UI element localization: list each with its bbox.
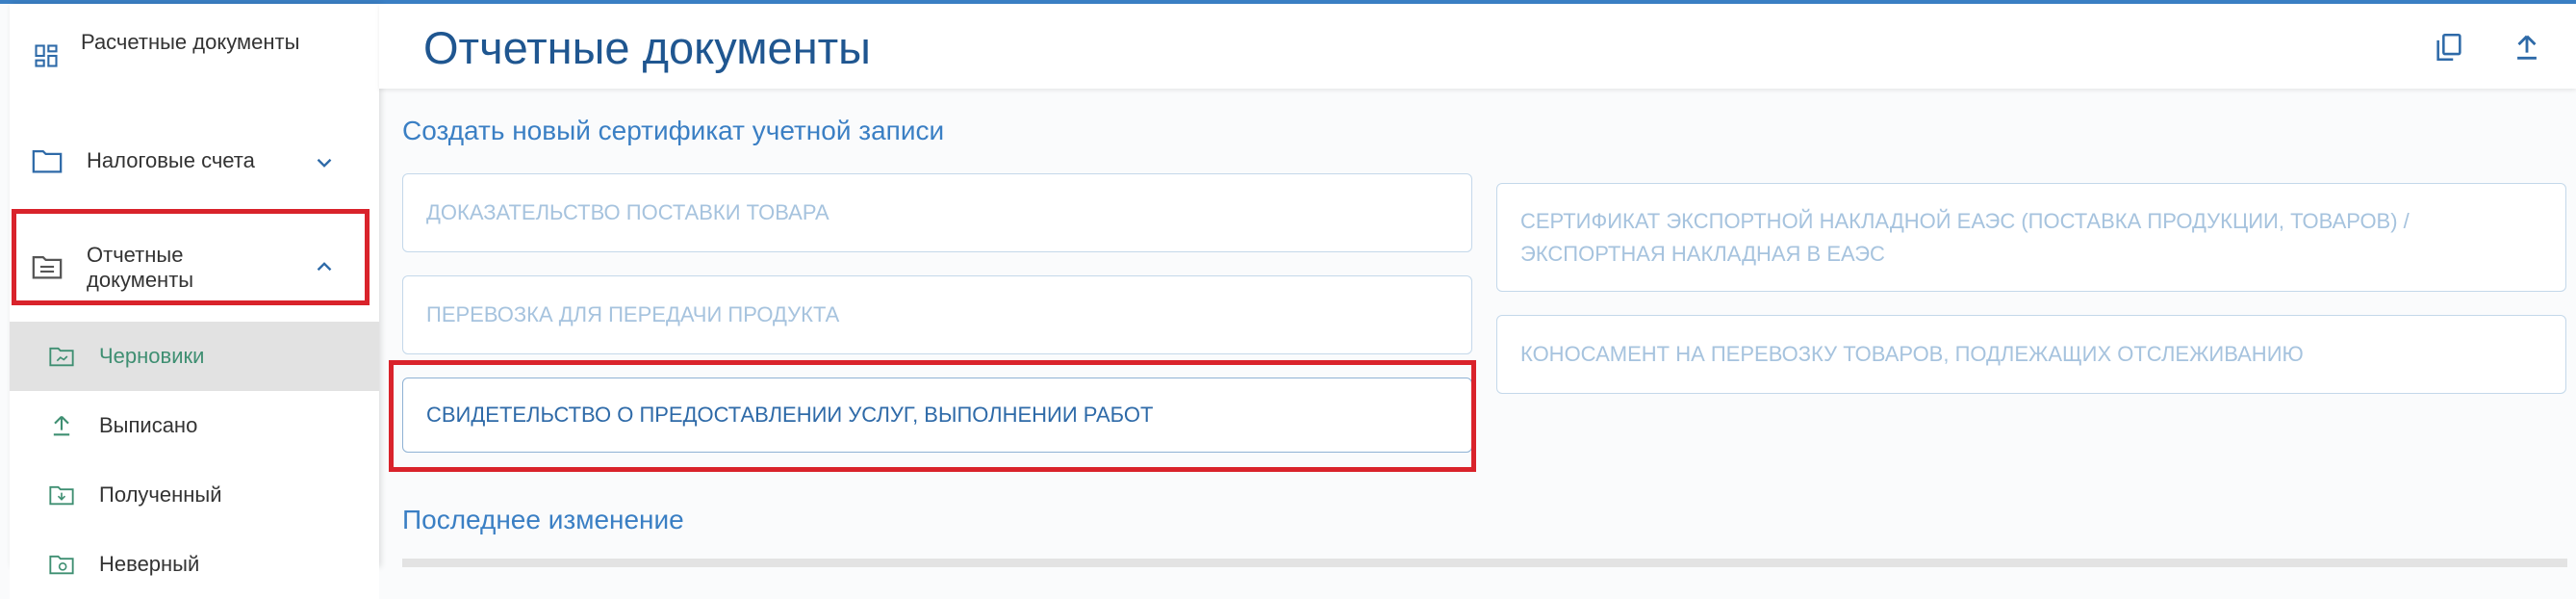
page-title: Отчетные документы [423,22,871,73]
doc-type-card-eaeu-export[interactable]: СЕРТИФИКАТ ЭКСПОРТНОЙ НАКЛАДНОЙ ЕАЭС (ПО… [1496,183,2566,292]
sidebar-subitem-received[interactable]: Полученный [10,460,379,531]
sidebar-subitem-label: Черновики [99,344,205,368]
dashboard-icon [35,44,58,67]
create-section-title: Создать новый сертификат учетной записи [402,116,945,145]
sidebar-subitem-drafts[interactable]: Черновики [10,322,379,392]
card-label: ПЕРЕВОЗКА ДЛЯ ПЕРЕДАЧИ ПРОДУКТА [426,302,840,326]
sidebar-subitem-invalid[interactable]: Неверный [10,530,379,599]
sidebar-header-label: Расчетные документы [81,30,300,54]
sidebar-subitem-issued[interactable]: Выписано [10,391,379,461]
received-folder-icon [49,485,74,506]
doc-type-card-bill-of-lading[interactable]: КОНОСАМЕНТ НА ПЕРЕВОЗКУ ТОВАРОВ, ПОДЛЕЖА… [1496,315,2566,394]
page-header: Отчетные документы [379,4,2576,89]
card-label: СЕРТИФИКАТ ЭКСПОРТНОЙ НАКЛАДНОЙ ЕАЭС (ПО… [1520,208,2410,266]
sidebar-item-settlement-documents[interactable]: Расчетные документы [10,4,379,107]
folder-icon [32,149,63,173]
upload-icon[interactable] [2511,31,2543,64]
card-label: КОНОСАМЕНТ НА ПЕРЕВОЗКУ ТОВАРОВ, ПОДЛЕЖА… [1520,342,2304,366]
invalid-folder-icon [49,555,74,575]
highlight-box [389,360,1476,472]
draft-folder-icon [49,347,74,367]
sidebar-item-tax-accounts[interactable]: Налоговые счета [10,106,379,215]
upload-icon [53,415,70,436]
copy-icon[interactable] [2433,31,2465,64]
sidebar-item-label: Налоговые счета [87,148,255,172]
last-change-title: Последнее изменение [402,505,684,534]
highlight-box [12,209,370,305]
sidebar-subitem-label: Неверный [99,552,200,576]
chevron-down-icon[interactable] [312,150,337,175]
last-change-table-top [402,559,2567,567]
sidebar-subitem-label: Выписано [99,413,198,437]
doc-type-card-transport[interactable]: ПЕРЕВОЗКА ДЛЯ ПЕРЕДАЧИ ПРОДУКТА [402,275,1472,354]
sidebar-subitem-label: Полученный [99,482,222,507]
doc-type-card-delivery-proof[interactable]: ДОКАЗАТЕЛЬСТВО ПОСТАВКИ ТОВАРА [402,173,1472,252]
card-label: ДОКАЗАТЕЛЬСТВО ПОСТАВКИ ТОВАРА [426,200,829,224]
